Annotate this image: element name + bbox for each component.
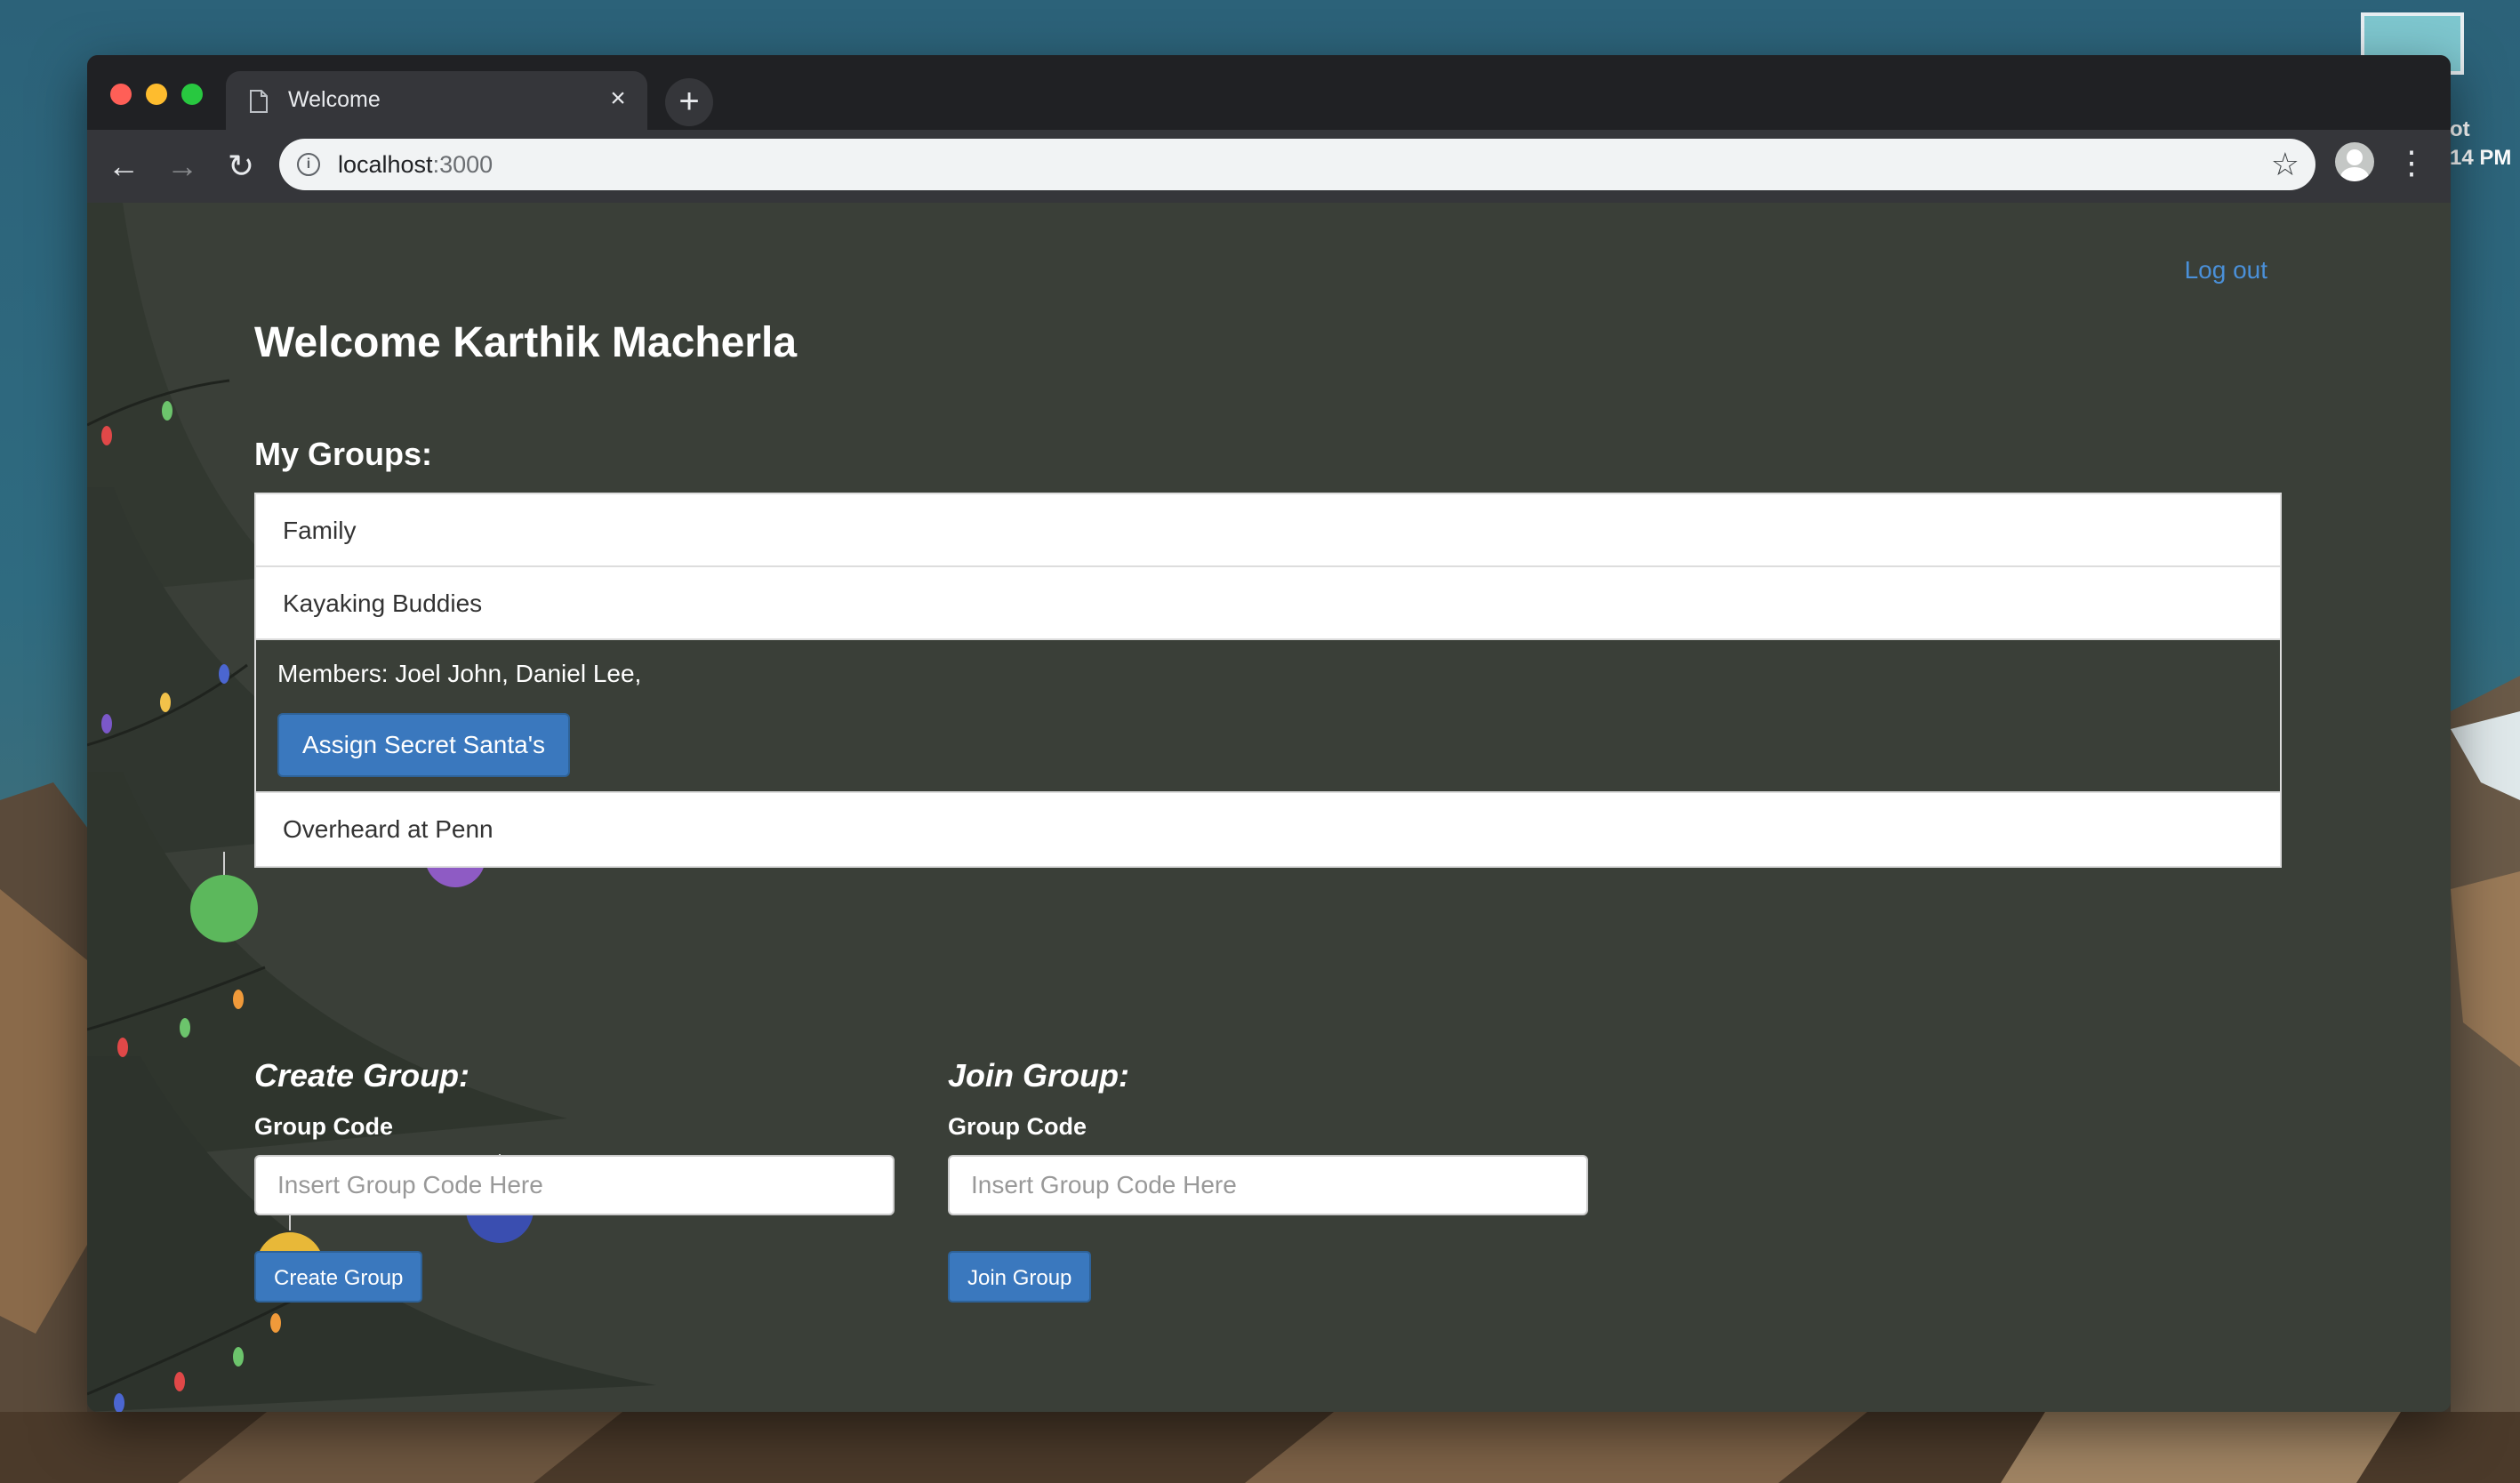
address-bar[interactable]: i localhost:3000 ☆ [279, 139, 2315, 190]
group-detail-panel: Members: Joel John, Daniel Lee, Assign S… [256, 640, 2280, 793]
tab-welcome[interactable]: Welcome × [226, 71, 647, 130]
create-group-button[interactable]: Create Group [254, 1251, 423, 1303]
join-group-code-label: Group Code [948, 1113, 1087, 1140]
reload-icon[interactable]: ↻ [219, 144, 263, 188]
desktop-label-line1: ot [2450, 117, 2470, 141]
create-group-code-input[interactable] [254, 1155, 895, 1215]
plus-icon[interactable]: + [665, 78, 713, 126]
join-group-button[interactable]: Join Group [948, 1251, 1092, 1303]
forward-arrow-icon[interactable]: → [160, 144, 205, 188]
info-icon[interactable]: i [297, 153, 320, 176]
url-text[interactable]: localhost:3000 [338, 151, 493, 179]
join-group-code-input[interactable] [948, 1155, 1588, 1215]
page-title: Welcome Karthik Macherla [254, 319, 798, 366]
join-group-heading: Join Group: [948, 1057, 1129, 1094]
close-window-button[interactable] [110, 84, 132, 105]
kebab-menu-icon[interactable]: ⋮ [2396, 140, 2428, 185]
avatar-icon[interactable] [2335, 142, 2374, 181]
tab-title: Welcome [288, 87, 381, 112]
page-icon [250, 90, 268, 113]
minimize-window-button[interactable] [146, 84, 167, 105]
members-text: Members: Joel John, Daniel Lee, [277, 660, 642, 687]
join-group-form: Join Group: Group Code Join Group [948, 1056, 1588, 1303]
create-group-heading: Create Group: [254, 1057, 470, 1094]
url-port: :3000 [432, 151, 494, 178]
title-bar: Welcome × + [87, 55, 2451, 130]
close-icon[interactable]: × [603, 84, 633, 114]
create-group-form: Create Group: Group Code Create Group [254, 1056, 895, 1303]
logout-link[interactable]: Log out [2185, 256, 2267, 285]
list-item[interactable]: Overheard at Penn [256, 793, 2280, 866]
star-icon[interactable]: ☆ [2271, 146, 2299, 183]
list-item[interactable]: Kayaking Buddies [256, 567, 2280, 640]
desktop-file-label[interactable]: ot 14 PM [2450, 116, 2511, 172]
desktop-label-line2: 14 PM [2450, 146, 2512, 170]
list-item[interactable]: Family [256, 494, 2280, 567]
back-arrow-icon[interactable]: ← [101, 144, 146, 188]
page-content: Log out Welcome Karthik Macherla My Grou… [87, 203, 2451, 1412]
create-group-code-label: Group Code [254, 1113, 393, 1140]
url-host: localhost [338, 151, 433, 178]
my-groups-heading: My Groups: [254, 436, 433, 472]
maximize-window-button[interactable] [181, 84, 203, 105]
assign-secret-santa-button[interactable]: Assign Secret Santa's [277, 713, 571, 777]
browser-toolbar: ← → ↻ i localhost:3000 ☆ ⋮ [87, 130, 2451, 203]
groups-list: Family Kayaking Buddies Members: Joel Jo… [254, 493, 2282, 868]
browser-window: Welcome × + ← → ↻ i localhost:3000 ☆ ⋮ L… [87, 55, 2451, 1412]
